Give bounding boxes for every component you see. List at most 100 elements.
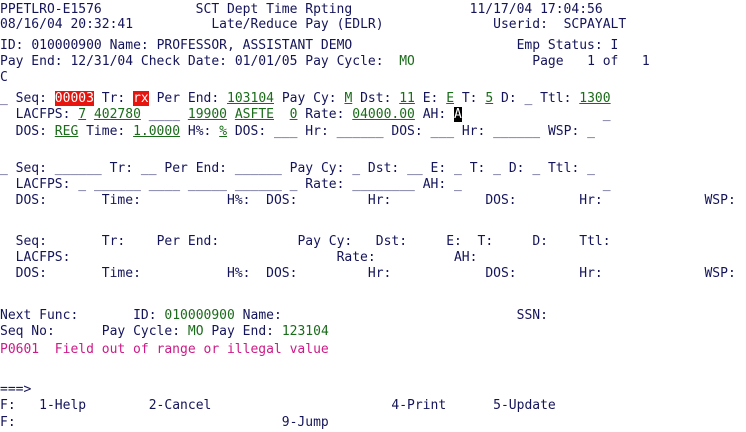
- cancel-key[interactable]: 2-Cancel: [149, 398, 212, 413]
- program-id: PPETLRO-E1576: [0, 2, 102, 17]
- entry-1-tail-field[interactable]: _: [603, 107, 611, 122]
- entry-1-d-field[interactable]: _: [524, 91, 532, 106]
- employee-id: 010000900: [31, 38, 102, 53]
- dos-label: DOS:: [15, 266, 47, 281]
- entry-2-tail-field[interactable]: _: [603, 177, 611, 192]
- check-date: 01/01/05: [234, 54, 298, 69]
- update-key[interactable]: 5-Update: [493, 398, 556, 413]
- entry-1-wsp-field[interactable]: _: [587, 124, 595, 139]
- footer-pay-cycle-label: Pay Cycle:: [101, 324, 181, 339]
- d-label: D:: [532, 234, 548, 249]
- entry-1-h-pct-field[interactable]: %: [219, 124, 227, 139]
- entry-1-per-end-field[interactable]: 103104: [227, 91, 274, 106]
- footer-id-field[interactable]: 010000900: [164, 308, 234, 323]
- entry-2-rate-field[interactable]: ________: [352, 177, 415, 192]
- hr-label-2: Hr:: [579, 193, 603, 208]
- entry-1-hr-2-field[interactable]: ______: [493, 124, 540, 139]
- ttl-label: Ttl:: [547, 161, 580, 176]
- entry-1-select-field[interactable]: _: [0, 91, 8, 106]
- entry-2-pay-cy-field[interactable]: _: [352, 161, 360, 176]
- current-date: 11/17/04: [469, 2, 533, 17]
- footer-row-1: Next Func: ID: 010000900 Name: SSN:: [0, 308, 548, 323]
- entry-1-t-field[interactable]: 5: [485, 91, 493, 106]
- dos-label-2: DOS:: [266, 266, 298, 281]
- time-label: Time:: [86, 124, 126, 139]
- pay-cy-label: Pay Cy:: [297, 234, 353, 249]
- command-line[interactable]: ===>: [0, 382, 31, 397]
- entry-1-ah-field[interactable]: A: [454, 107, 462, 122]
- entry-2-field-3[interactable]: ____: [149, 177, 180, 192]
- footer-pay-cycle-field[interactable]: MO: [188, 324, 204, 339]
- header-row-4: Pay End: 12/31/04 Check Date: 01/01/05 P…: [0, 54, 650, 69]
- page-total: 1: [641, 54, 650, 69]
- entry-3-line-1: Seq: Tr: Per End: Pay Cy: Dst: E: T: D: …: [0, 234, 611, 249]
- entry-1-time-field[interactable]: 1.0000: [133, 124, 180, 139]
- entry-1-dos-field[interactable]: REG: [55, 124, 78, 139]
- header-row-5: C: [0, 70, 8, 85]
- per-end-label: Per End:: [156, 91, 220, 106]
- entry-1-hr-field[interactable]: ______: [337, 124, 384, 139]
- entry-1-e-field[interactable]: E: [446, 91, 454, 106]
- entry-1-field-6[interactable]: 0: [290, 107, 298, 122]
- ah-label: AH:: [453, 250, 478, 265]
- dos-label: DOS:: [15, 124, 47, 139]
- entry-1-line-2: LACFPS: 7 402780 ____ 19900 ASFTE 0 Rate…: [0, 107, 611, 122]
- entry-2-field-6[interactable]: _: [290, 177, 298, 192]
- entry-1-lac-field[interactable]: 7: [78, 107, 86, 122]
- entry-2-t-field[interactable]: _: [493, 161, 501, 176]
- entry-1-rate-field[interactable]: 04000.00: [352, 107, 415, 122]
- jump-key[interactable]: 9-Jump: [282, 415, 329, 430]
- entry-1-ttl-field[interactable]: 1300: [579, 91, 610, 106]
- entry-2-dst-field[interactable]: __: [407, 161, 423, 176]
- pay-end-label: Pay End:: [0, 54, 63, 69]
- entry-2-ah-field[interactable]: _: [454, 177, 462, 192]
- entry-1-field-4[interactable]: 19900: [188, 107, 227, 122]
- e-label: E:: [430, 161, 447, 176]
- entry-1-dos-2-field[interactable]: ___: [274, 124, 297, 139]
- pay-cycle-label: Pay Cycle:: [305, 54, 384, 69]
- print-key[interactable]: 4-Print: [391, 398, 446, 413]
- id-label: ID:: [0, 38, 24, 53]
- d-label: D:: [501, 91, 517, 106]
- seq-label: Seq:: [15, 234, 47, 249]
- f-label: F:: [0, 398, 16, 413]
- entry-1-pay-cy-field[interactable]: M: [344, 91, 352, 106]
- entry-2-per-end-field[interactable]: ______: [235, 161, 282, 176]
- pay-cycle: MO: [399, 54, 415, 69]
- entry-1-field-3[interactable]: ____: [149, 107, 180, 122]
- entry-2-e-field[interactable]: _: [454, 161, 462, 176]
- entry-2-ttl-field[interactable]: _: [587, 161, 595, 176]
- entry-1-fund-field[interactable]: 402780: [94, 107, 141, 122]
- function-keys-row-2: F: 9-Jump: [0, 415, 329, 430]
- lacfps-label: LACFPS:: [15, 107, 71, 122]
- tr-label: Tr:: [101, 234, 126, 249]
- dst-label: Dst:: [375, 234, 408, 249]
- footer-id-label: ID:: [133, 308, 157, 323]
- seq-no-label: Seq No:: [0, 324, 55, 339]
- rate-label: Rate:: [305, 107, 345, 122]
- entry-1-seq-field[interactable]: 00003: [54, 91, 94, 106]
- entry-1-field-5[interactable]: ASFTE: [235, 107, 274, 122]
- entry-1-tr-field[interactable]: rx: [133, 91, 149, 106]
- entry-1-dos-3-field[interactable]: ___: [431, 124, 454, 139]
- entry-2-d-field[interactable]: _: [532, 161, 540, 176]
- entry-2-line-2: LACFPS: _ ______ ____ _____ ______ _ Rat…: [0, 177, 611, 192]
- entry-1-dst-field[interactable]: 11: [399, 91, 415, 106]
- dos-label-2: DOS:: [266, 193, 298, 208]
- entry-2-lac-field[interactable]: _: [78, 177, 86, 192]
- entry-2-select-field[interactable]: _: [0, 161, 8, 176]
- h-pct-label: H%:: [227, 266, 251, 281]
- h-pct-label: H%:: [227, 193, 251, 208]
- help-key[interactable]: 1-Help: [39, 398, 86, 413]
- entry-2-field-5[interactable]: ______: [235, 177, 282, 192]
- rate-label: Rate:: [336, 250, 376, 265]
- userid: SCPAYALT: [563, 17, 627, 32]
- entry-2-tr-field[interactable]: __: [141, 161, 157, 176]
- entry-2-seq-field[interactable]: ______: [55, 161, 102, 176]
- entry-2-field-4[interactable]: _____: [188, 177, 227, 192]
- f-label-2: F:: [0, 415, 16, 430]
- t-label: T:: [477, 234, 494, 249]
- emp-status-label: Emp Status:: [516, 38, 603, 53]
- entry-2-fund-field[interactable]: ______: [94, 177, 141, 192]
- footer-pay-end-field[interactable]: 123104: [282, 324, 329, 339]
